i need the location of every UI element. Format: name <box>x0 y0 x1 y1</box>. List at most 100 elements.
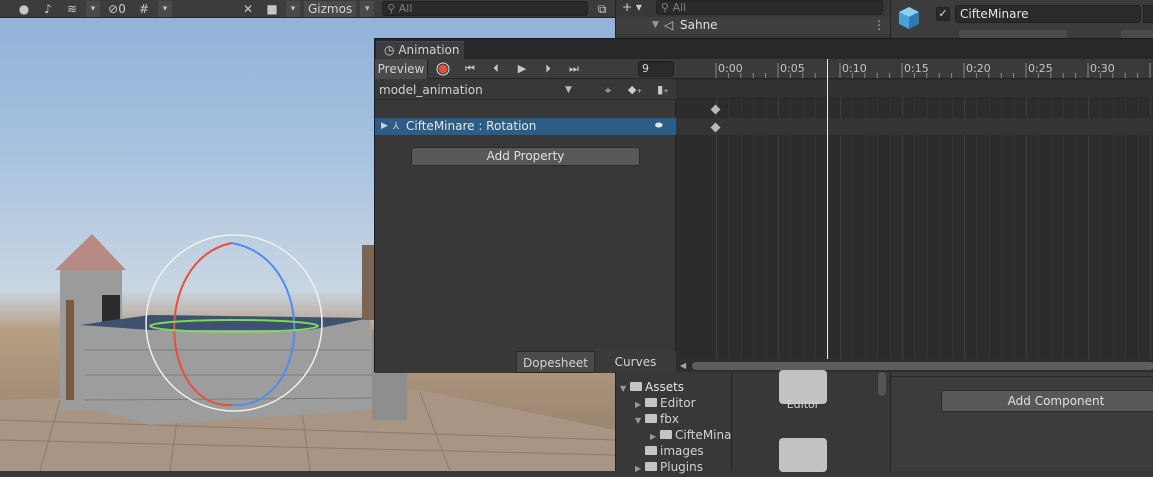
add-component-button[interactable]: Add Component <box>941 390 1153 412</box>
project-panel: ▼ Assets ▶ Editor ▼ fbx ▶ CifteMina images ▶ Plugi… <box>615 370 890 474</box>
static-toggle[interactable] <box>1143 5 1153 23</box>
scene-menu-icon[interactable]: ⋮ <box>873 17 885 34</box>
tree-item-label: Plugins <box>660 460 703 474</box>
summary-track <box>676 80 1153 97</box>
hierarchy-search-placeholder: All <box>672 1 687 14</box>
next-keyframe-icon[interactable]: ⏵ <box>535 59 561 79</box>
tree-item-label: images <box>660 444 704 458</box>
active-checkbox[interactable]: ✓ <box>936 7 950 21</box>
preview-button[interactable]: Preview <box>375 59 428 79</box>
tree-item-label: Assets <box>645 380 685 394</box>
first-keyframe-icon[interactable]: ⏮ <box>457 59 483 79</box>
expand-arrow-icon[interactable]: ▶ <box>381 118 388 135</box>
grid-icon[interactable]: # <box>134 1 154 17</box>
animation-clock-icon: ◷ <box>384 43 395 57</box>
add-event-icon[interactable]: ▮₊ <box>651 80 675 100</box>
tab-animation[interactable]: ◷ Animation <box>376 41 464 59</box>
tag-dropdown[interactable] <box>959 30 1067 38</box>
record-button[interactable] <box>430 59 456 79</box>
audio-icon[interactable]: ♪ <box>38 1 58 17</box>
animation-window: ◷ Animation Preview ⏮ ⏴ ▶ ⏵ ⏭ 9 model_an… <box>374 38 1153 373</box>
hidden-objects-icon[interactable]: ⊘0 <box>104 1 130 17</box>
project-scrollbar[interactable] <box>878 372 886 396</box>
expand-arrow-icon[interactable]: ▼ <box>652 17 659 34</box>
folder-icon <box>645 446 657 455</box>
ruler-label: 0:00 <box>718 62 743 75</box>
gizmos-dropdown-icon[interactable]: ▾ <box>360 0 375 17</box>
tree-item[interactable]: ▶ Plugins <box>635 459 703 475</box>
unity-scene-icon: ◁ <box>664 18 674 32</box>
property-track <box>676 118 1153 135</box>
expand-arrow-icon[interactable]: ▼ <box>635 413 645 429</box>
ruler-label: 0:15 <box>904 62 929 75</box>
ruler-label: 0:05 <box>780 62 805 75</box>
tab-dopesheet[interactable]: Dopesheet <box>516 351 595 373</box>
folder-icon[interactable] <box>779 438 827 472</box>
ruler-label: 0:20 <box>966 62 991 75</box>
folder-icon <box>645 398 657 407</box>
filter-selection-icon[interactable]: ⌖ <box>597 80 619 100</box>
tree-item[interactable]: ▶ CifteMina <box>650 427 731 443</box>
tools-icon[interactable]: ✕ <box>238 1 258 17</box>
view-mode-tabs: Dopesheet Curves <box>516 351 676 373</box>
last-keyframe-icon[interactable]: ⏭ <box>561 59 587 79</box>
transform-icon: ⅄ <box>393 121 400 132</box>
expand-arrow-icon[interactable]: ▶ <box>635 461 645 477</box>
tree-item-label: Editor <box>660 396 696 410</box>
timeline-scrollbar[interactable]: ◀ <box>676 359 1153 373</box>
add-keyframe-icon[interactable]: ◆₊ <box>623 80 647 100</box>
tree-item-label: CifteMina <box>675 428 732 442</box>
tab-animation-label: Animation <box>398 43 460 57</box>
playback-controls: Preview ⏮ ⏴ ▶ ⏵ ⏭ 9 <box>375 59 676 79</box>
effects-icon[interactable]: ≋ <box>62 1 82 17</box>
expand-arrow-icon[interactable]: ▼ <box>620 381 630 397</box>
lighting-icon[interactable]: ● <box>14 1 34 17</box>
scene-row[interactable]: ▼ ◁ Sahne ⋮ <box>616 17 891 34</box>
property-row[interactable]: ▶ ⅄ CifteMinare : Rotation ⬬ <box>375 118 676 135</box>
scroll-left-icon[interactable]: ◀ <box>680 359 686 373</box>
folder-icon <box>645 414 657 423</box>
ruler-label: 0:30 <box>1090 62 1115 75</box>
time-ruler[interactable]: 0:00 0:05 0:10 0:15 0:20 0:25 0:30 <box>676 59 1153 79</box>
project-divider[interactable] <box>731 372 732 471</box>
playhead[interactable] <box>827 59 828 359</box>
animation-tabbar: ◷ Animation <box>375 39 1153 59</box>
effects-dropdown-icon[interactable]: ▾ <box>86 0 100 17</box>
scene-name: Sahne <box>680 18 718 32</box>
inspector-panel: Add Component <box>890 372 1153 471</box>
gizmos-button[interactable]: Gizmos <box>304 0 357 17</box>
ruler-label: 0:25 <box>1028 62 1053 75</box>
layer-dropdown[interactable] <box>1121 30 1153 38</box>
hierarchy-search-input[interactable]: ⚲ All <box>656 0 883 15</box>
divider <box>891 376 1153 377</box>
create-button[interactable]: + ▾ <box>622 0 652 15</box>
tree-item[interactable]: ▶ Editor <box>635 395 696 411</box>
tree-item[interactable]: ▼ fbx <box>635 411 679 427</box>
gameobject-cube-icon <box>899 7 919 29</box>
scrollbar-thumb[interactable] <box>692 362 1153 370</box>
tower-roof-left <box>55 234 126 270</box>
object-name-field[interactable]: CifteMinare <box>955 5 1141 23</box>
tree-item[interactable]: ▼ Assets <box>620 379 684 395</box>
add-property-button[interactable]: Add Property <box>411 147 640 166</box>
clip-dropdown[interactable]: model_animation ▼ <box>375 80 581 100</box>
ruler-label: 0:10 <box>842 62 867 75</box>
folder-icon <box>645 462 657 471</box>
clip-name: model_animation <box>379 83 483 97</box>
grid-dropdown-icon[interactable]: ▾ <box>158 0 172 17</box>
tree-item[interactable]: images <box>635 443 704 459</box>
property-options-icon[interactable]: ⬬ <box>655 118 663 135</box>
camera-icon[interactable]: ■ <box>262 1 282 17</box>
clip-row: model_animation ▼ ⌖ ◆₊ ▮₊ <box>375 80 676 100</box>
previous-keyframe-icon[interactable]: ⏴ <box>483 59 509 79</box>
scene-search-input[interactable]: ⚲ All <box>382 1 589 16</box>
play-icon[interactable]: ▶ <box>509 59 535 79</box>
grid-folder-label[interactable]: Editor <box>763 398 843 411</box>
tab-curves[interactable]: Curves <box>595 351 676 373</box>
folder-icon <box>630 382 642 391</box>
frame-field[interactable]: 9 <box>638 61 674 77</box>
camera-dropdown-icon[interactable]: ▾ <box>286 0 300 17</box>
property-label: CifteMinare : Rotation <box>406 119 537 133</box>
dopesheet-timeline[interactable]: 0:00 0:05 0:10 0:15 0:20 0:25 0:30 ◀ <box>676 59 1153 373</box>
scene-search-options-icon[interactable]: ⧉ <box>592 1 612 17</box>
